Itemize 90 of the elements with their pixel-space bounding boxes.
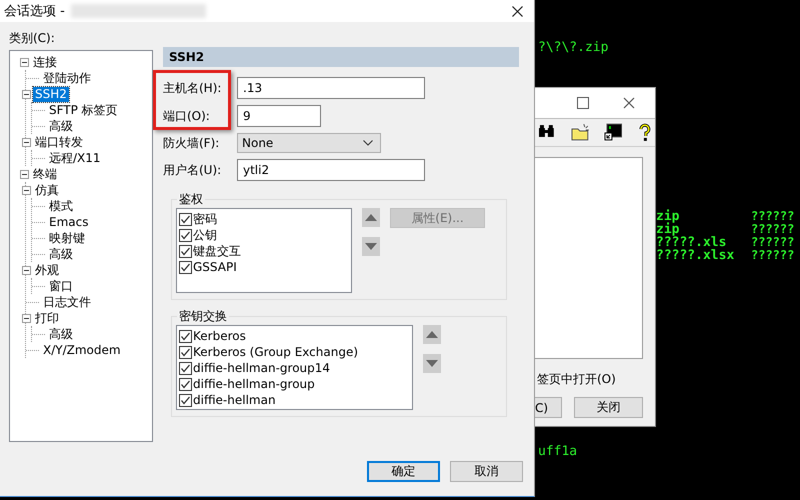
terminal-text: zip bbox=[656, 210, 680, 223]
terminal-text: ?????.xlsx bbox=[656, 249, 736, 262]
move-down-button[interactable] bbox=[423, 354, 441, 373]
down-triangle-icon bbox=[365, 243, 377, 250]
up-triangle-icon bbox=[365, 214, 377, 221]
down-triangle-icon bbox=[426, 360, 438, 367]
option-label: 签页中打开(O) bbox=[536, 371, 617, 388]
window-title: 会话选项 - bbox=[4, 3, 65, 20]
collapse-icon[interactable] bbox=[20, 170, 29, 178]
field-label: 用户名(U): bbox=[163, 162, 222, 178]
terminal-icon[interactable] bbox=[604, 123, 622, 142]
collapse-icon[interactable] bbox=[22, 90, 31, 98]
section-header: SSH2 bbox=[163, 47, 519, 67]
collapse-icon[interactable] bbox=[22, 186, 31, 194]
tree-item[interactable]: 仿真 bbox=[33, 182, 61, 198]
checkbox[interactable] bbox=[179, 362, 192, 374]
checkbox-label: 密码 bbox=[193, 210, 217, 228]
category-tree[interactable]: 连接 登陆动作 SSH2 SFTP 标签页 高级 端口转发 远程/X11 终端 仿真 模式 Emacs 映射键 高级 外观 窗口 日志文件 打印 高级 X/Y/Zmodem bbox=[9, 50, 153, 442]
checkbox[interactable] bbox=[179, 244, 192, 258]
tree-item[interactable]: X/Y/Zmodem bbox=[41, 342, 123, 358]
collapse-icon[interactable] bbox=[22, 138, 31, 146]
checkbox[interactable] bbox=[179, 394, 192, 406]
up-triangle-icon bbox=[426, 331, 438, 338]
move-up-button[interactable] bbox=[362, 208, 380, 227]
checkbox-list[interactable]: 密码 公钥 键盘交互 GSSAPI bbox=[176, 208, 352, 293]
tree-item[interactable]: 连接 bbox=[31, 54, 59, 70]
move-up-button[interactable] bbox=[423, 325, 441, 344]
tree-item[interactable]: 端口转发 bbox=[33, 134, 85, 150]
tree-item[interactable]: SSH2 bbox=[33, 86, 69, 102]
tree-item[interactable]: 模式 bbox=[47, 198, 75, 214]
input-field[interactable]: 9 bbox=[237, 105, 321, 127]
folder-icon[interactable] bbox=[570, 123, 590, 142]
checkbox-label: 键盘交互 bbox=[193, 242, 241, 260]
group-title: 鉴权 bbox=[177, 191, 205, 208]
terminal-text: ?????? bbox=[751, 236, 794, 249]
tree-item[interactable]: SFTP 标签页 bbox=[47, 102, 120, 118]
checkbox[interactable] bbox=[179, 346, 192, 358]
tree-item[interactable]: 高级 bbox=[47, 246, 75, 262]
checkbox-label: GSSAPI bbox=[193, 260, 237, 274]
terminal-text: zip bbox=[656, 223, 680, 236]
chevron-down-icon bbox=[363, 140, 373, 146]
close-icon[interactable] bbox=[623, 97, 635, 109]
terminal-text: ?????? bbox=[751, 223, 794, 236]
group-title: 密钥交换 bbox=[177, 308, 229, 325]
checkbox-label: diffie-hellman-group bbox=[193, 377, 315, 391]
checkbox[interactable] bbox=[179, 378, 192, 390]
checkbox-list[interactable]: Kerberos Kerberos (Group Exchange) diffie-hellman-group14 diffie-hellman-group diffie-hellman bbox=[176, 325, 413, 410]
category-label: 类别(C): bbox=[9, 30, 56, 47]
tree-item[interactable]: 高级 bbox=[47, 326, 75, 342]
tree-item[interactable]: 远程/X11 bbox=[47, 150, 103, 166]
field-label: 端口(O): bbox=[163, 108, 211, 124]
collapse-icon[interactable] bbox=[22, 266, 31, 274]
checkbox[interactable] bbox=[179, 260, 192, 274]
terminal-text: ?\?\?.zip bbox=[538, 40, 608, 55]
properties-button: 属性(E)... bbox=[390, 208, 485, 228]
checkbox[interactable] bbox=[179, 330, 192, 342]
tree-item[interactable]: 映射键 bbox=[47, 230, 87, 246]
maximize-icon[interactable] bbox=[577, 97, 589, 109]
checkbox-label: diffie-hellman bbox=[193, 393, 276, 407]
checkbox-label: Kerberos (Group Exchange) bbox=[193, 345, 358, 359]
checkbox-label: Kerberos bbox=[193, 329, 246, 343]
ok-button[interactable]: 确定 bbox=[367, 461, 440, 482]
field-label: 主机名(H): bbox=[163, 80, 222, 96]
terminal-text: uff1a bbox=[538, 444, 578, 459]
field-label: 防火墙(F): bbox=[163, 134, 220, 152]
terminal-text: ?????.xls bbox=[656, 236, 726, 249]
checkbox-label: diffie-hellman-group14 bbox=[193, 361, 330, 375]
collapse-icon[interactable] bbox=[20, 58, 29, 66]
checkbox[interactable] bbox=[179, 228, 192, 242]
dialog-button[interactable]: C) bbox=[535, 397, 562, 418]
tree-item[interactable]: 窗口 bbox=[47, 278, 75, 294]
input-field[interactable]: .13 bbox=[237, 77, 425, 99]
cancel-button[interactable]: 取消 bbox=[450, 461, 523, 482]
tree-item[interactable]: 登陆动作 bbox=[41, 70, 93, 86]
checkbox-label: 公钥 bbox=[193, 226, 217, 244]
terminal-text: ?????? bbox=[751, 210, 794, 223]
input-field[interactable]: ytli2 bbox=[237, 159, 425, 181]
tree-item[interactable]: 外观 bbox=[33, 262, 61, 278]
checkbox[interactable] bbox=[179, 212, 192, 226]
terminal-text: ?????? bbox=[751, 249, 794, 262]
dialog-button[interactable]: 关闭 bbox=[574, 397, 643, 418]
tree-item[interactable]: 日志文件 bbox=[41, 294, 93, 310]
tree-item[interactable]: Emacs bbox=[47, 214, 90, 230]
dropdown[interactable]: None bbox=[237, 133, 381, 153]
tree-item[interactable]: 终端 bbox=[31, 166, 59, 182]
close-icon[interactable] bbox=[512, 6, 523, 16]
tree-item[interactable]: 打印 bbox=[33, 310, 61, 326]
collapse-icon[interactable] bbox=[22, 314, 31, 322]
tree-item[interactable]: 高级 bbox=[47, 118, 75, 134]
move-down-button[interactable] bbox=[362, 237, 380, 256]
